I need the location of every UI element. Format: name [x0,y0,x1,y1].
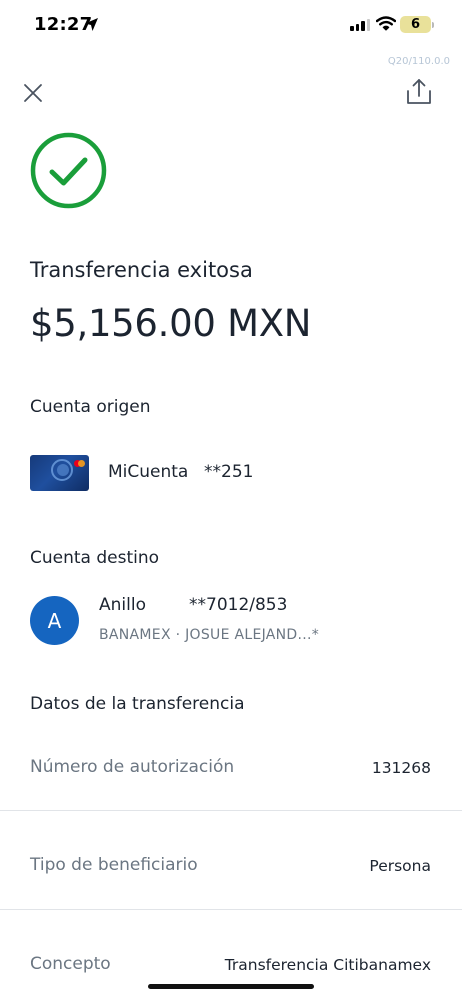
divider [0,810,462,811]
wifi-icon [375,16,397,35]
destination-bank-line: BANAMEX · JOSUE ALEJAND...* [99,627,320,643]
close-icon [24,84,42,102]
card-image [30,455,89,491]
destination-account-number: **7012/853 [189,595,288,615]
battery-tip [432,22,434,28]
destination-name: Anillo [99,595,146,615]
transfer-status-title: Transferencia exitosa [30,258,253,282]
avatar: A [30,596,79,645]
destination-section-label: Cuenta destino [30,548,160,568]
home-indicator[interactable] [148,984,314,989]
transfer-details-section-label: Datos de la transferencia [30,694,245,714]
origin-section-label: Cuenta origen [30,397,151,417]
beneficiary-type-label: Tipo de beneficiario [30,855,198,875]
beneficiary-type-value: Persona [369,857,431,875]
battery-indicator: 6 [400,16,431,33]
concept-label: Concepto [30,954,111,974]
concept-value: Transferencia Citibanamex [224,956,431,974]
close-button[interactable] [18,78,48,108]
check-circle-icon [30,132,107,213]
cellular-signal-icon [350,19,370,31]
origin-account-number: **251 [204,462,254,482]
transfer-amount: $5,156.00 MXN [30,302,312,345]
origin-account-name: MiCuenta [108,462,189,482]
app-version: Q20/110.0.0 [387,56,450,67]
share-button[interactable] [402,74,436,108]
divider [0,909,462,910]
authorization-number-label: Número de autorización [30,757,235,777]
authorization-number-value: 131268 [371,759,431,777]
share-icon [407,79,431,104]
location-arrow-icon [84,17,99,36]
